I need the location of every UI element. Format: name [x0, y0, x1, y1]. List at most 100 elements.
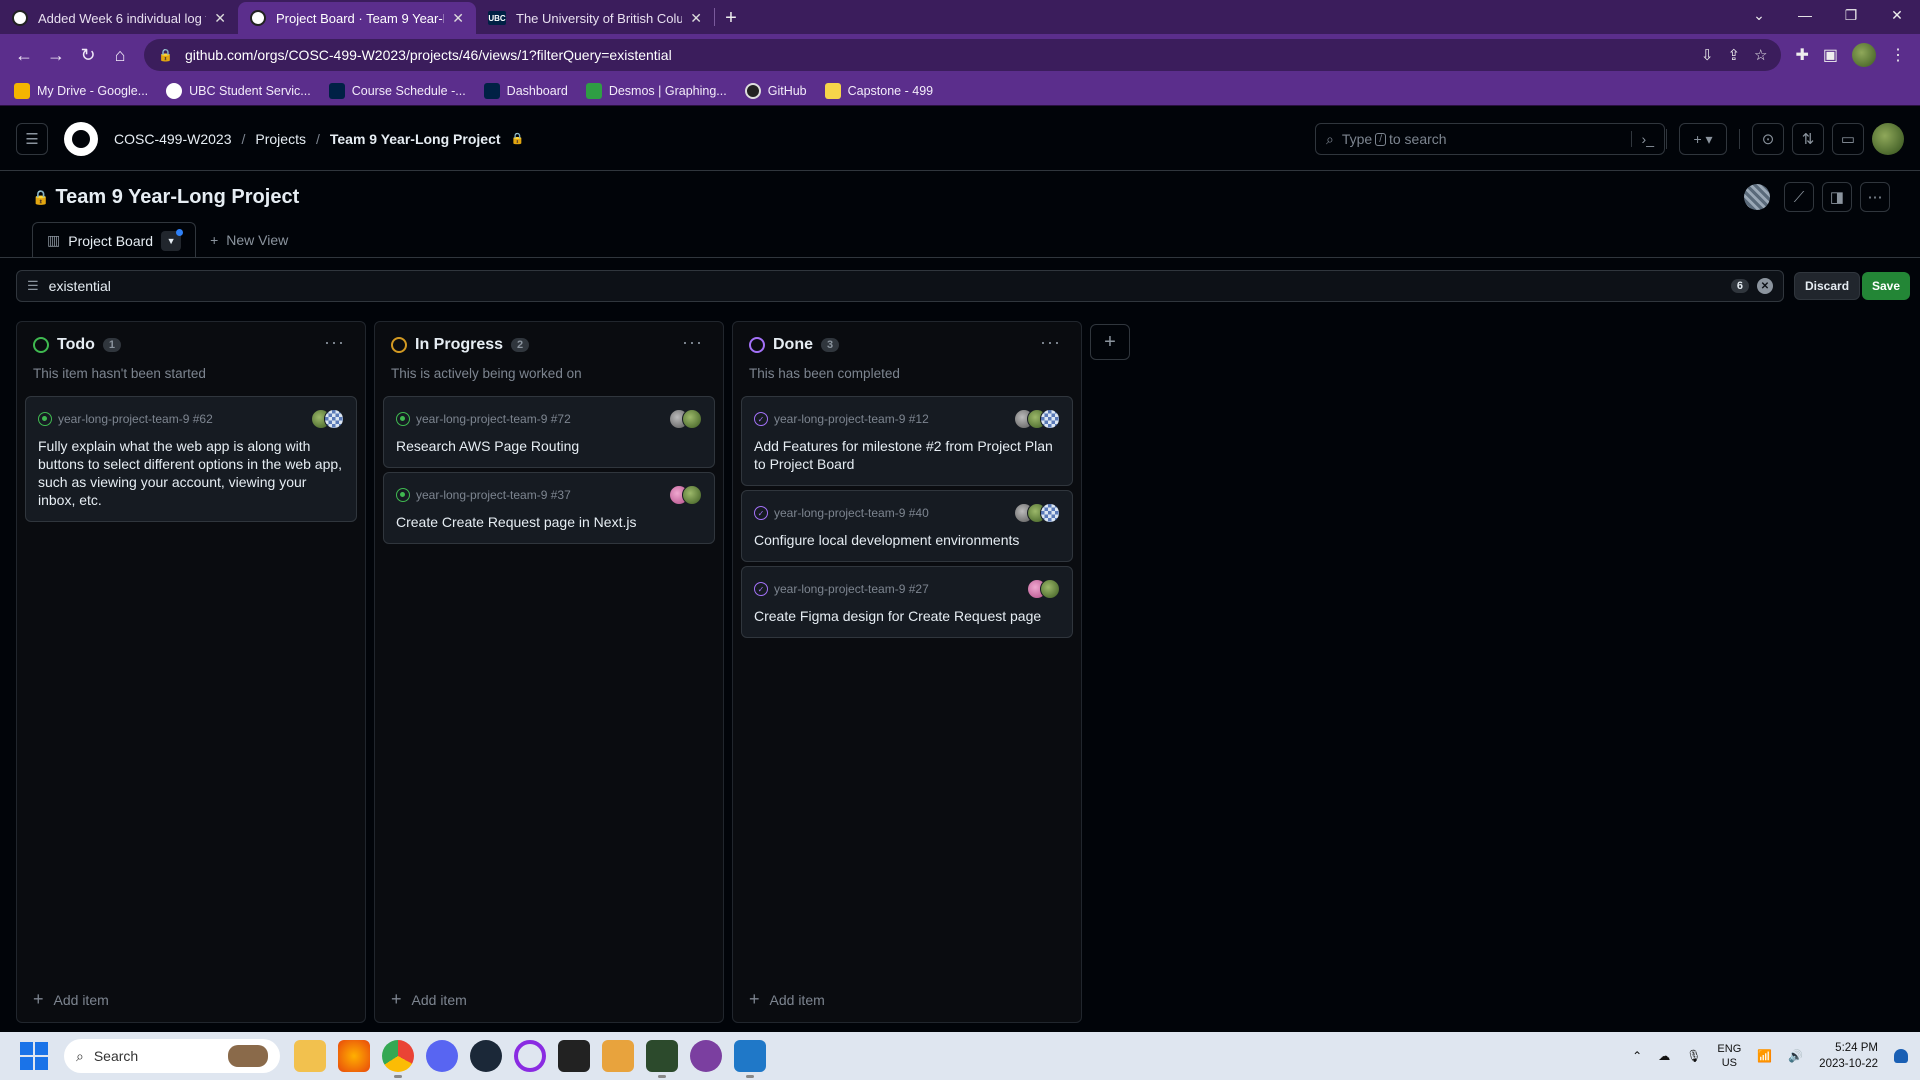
new-tab-button[interactable]: +: [715, 2, 747, 34]
notification-icon[interactable]: [1894, 1049, 1908, 1063]
browser-menu-icon[interactable]: ⋮: [1890, 45, 1906, 65]
onedrive-icon[interactable]: ☁: [1658, 1049, 1670, 1063]
bookmark-ubc-student-services[interactable]: UBC Student Servic...: [166, 82, 311, 99]
bookmark-course-schedule[interactable]: Course Schedule -...: [328, 82, 466, 99]
issue-card[interactable]: ✓ year-long-project-team-9 #27 Create Fi…: [741, 566, 1073, 638]
issue-card[interactable]: year-long-project-team-9 #37 Create Crea…: [383, 472, 715, 544]
close-tab-icon[interactable]: ✕: [214, 10, 226, 27]
chrome-icon[interactable]: [382, 1040, 414, 1078]
assignee-avatar[interactable]: [682, 485, 702, 505]
breadcrumb-projects[interactable]: Projects: [255, 131, 306, 147]
firefox-icon[interactable]: [338, 1040, 370, 1072]
steam-icon[interactable]: [470, 1040, 502, 1072]
assignee-avatar[interactable]: [1040, 579, 1060, 599]
file-explorer-icon[interactable]: [294, 1040, 326, 1072]
column-menu-icon[interactable]: ···: [1040, 332, 1061, 353]
issue-reference[interactable]: year-long-project-team-9 #72: [416, 412, 571, 426]
browser-tab-2[interactable]: Project Board · Team 9 Year-Long ✕: [238, 2, 476, 34]
epic-games-icon[interactable]: [558, 1040, 590, 1072]
issue-title[interactable]: Fully explain what the web app is along …: [38, 437, 344, 509]
more-options-icon[interactable]: ⋯: [1860, 182, 1890, 212]
new-view-button[interactable]: + New View: [196, 222, 302, 258]
show-hidden-icons-icon[interactable]: ⌃: [1632, 1049, 1642, 1063]
share-icon[interactable]: ⇪: [1727, 46, 1740, 64]
side-panel-icon[interactable]: ◨: [1822, 182, 1852, 212]
bookmark-capstone[interactable]: Capstone - 499: [824, 82, 933, 99]
restore-icon[interactable]: ❐: [1828, 0, 1874, 30]
github-logo-icon[interactable]: [64, 121, 98, 156]
vscode-icon[interactable]: [734, 1040, 766, 1078]
minimize-icon[interactable]: —: [1782, 0, 1828, 30]
issue-title[interactable]: Create Create Request page in Next.js: [396, 513, 702, 531]
view-options-chevron-icon[interactable]: ▼: [161, 228, 184, 251]
install-app-icon[interactable]: ⇩: [1701, 46, 1714, 64]
discord-icon[interactable]: [426, 1040, 458, 1072]
collaborator-avatar[interactable]: [1744, 184, 1770, 210]
issue-reference[interactable]: year-long-project-team-9 #27: [774, 582, 929, 596]
add-item-button[interactable]: + Add item: [749, 989, 825, 1010]
tab-project-board[interactable]: ▥ Project Board ▼: [32, 222, 197, 258]
issue-title[interactable]: Research AWS Page Routing: [396, 437, 702, 455]
windows-start-icon[interactable]: [20, 1042, 48, 1070]
bookmark-dashboard[interactable]: Dashboard: [483, 82, 568, 99]
issue-card[interactable]: year-long-project-team-9 #62 Fully expla…: [25, 396, 357, 522]
extensions-icon[interactable]: ✚: [1795, 45, 1808, 65]
volume-icon[interactable]: 🔊: [1788, 1049, 1803, 1063]
reload-icon[interactable]: ↻: [72, 39, 104, 71]
issue-title[interactable]: Create Figma design for Create Request p…: [754, 607, 1060, 625]
issue-card[interactable]: ✓ year-long-project-team-9 #12 Add Featu…: [741, 396, 1073, 486]
close-tab-icon[interactable]: ✕: [690, 10, 702, 27]
assignee-avatar[interactable]: [682, 409, 702, 429]
user-avatar[interactable]: [1872, 123, 1904, 155]
back-icon[interactable]: ←: [8, 39, 40, 71]
assignee-avatar[interactable]: [1040, 503, 1060, 523]
issue-card[interactable]: year-long-project-team-9 #72 Research AW…: [383, 396, 715, 468]
hamburger-menu-icon[interactable]: ☰: [16, 122, 48, 155]
add-column-button[interactable]: +: [1090, 324, 1130, 360]
wifi-icon[interactable]: 📶: [1757, 1049, 1772, 1063]
forward-icon[interactable]: →: [40, 39, 72, 71]
breadcrumb-org[interactable]: COSC-499-W2023: [114, 131, 232, 147]
microphone-icon[interactable]: 🎙: [1686, 1049, 1701, 1063]
assignee-avatar[interactable]: [324, 409, 344, 429]
github-desktop-icon[interactable]: [690, 1040, 722, 1072]
column-menu-icon[interactable]: ···: [324, 332, 345, 353]
bookmark-my-drive[interactable]: My Drive - Google...: [14, 82, 148, 99]
breadcrumb-project[interactable]: Team 9 Year-Long Project: [330, 131, 501, 147]
browser-tab-1[interactable]: Added Week 6 individual log for ✕: [0, 2, 238, 34]
column-menu-icon[interactable]: ···: [682, 332, 703, 353]
issue-reference[interactable]: year-long-project-team-9 #40: [774, 506, 929, 520]
add-item-button[interactable]: + Add item: [33, 989, 109, 1010]
bookmark-star-icon[interactable]: ☆: [1754, 46, 1767, 64]
bookmark-github[interactable]: GitHub: [744, 82, 807, 99]
home-icon[interactable]: ⌂: [104, 39, 136, 71]
close-tab-icon[interactable]: ✕: [452, 10, 464, 27]
browser-tab-3[interactable]: UBC The University of British Columb ✕: [476, 2, 714, 34]
language-indicator[interactable]: ENG US: [1717, 1042, 1741, 1070]
command-palette-icon[interactable]: ›_: [1630, 131, 1654, 147]
assignee-avatar[interactable]: [1040, 409, 1060, 429]
issue-title[interactable]: Configure local development environments: [754, 531, 1060, 549]
profile-avatar[interactable]: [1852, 43, 1876, 67]
issues-icon[interactable]: ⊙: [1752, 123, 1784, 155]
tab-search-icon[interactable]: ⌄: [1736, 0, 1782, 30]
issue-reference[interactable]: year-long-project-team-9 #37: [416, 488, 571, 502]
issue-title[interactable]: Add Features for milestone #2 from Proje…: [754, 437, 1060, 473]
cortana-icon[interactable]: [514, 1040, 546, 1072]
insights-icon[interactable]: ⟋: [1784, 182, 1814, 212]
bookmark-desmos[interactable]: Desmos | Graphing...: [585, 82, 727, 99]
create-new-button[interactable]: + ▾: [1679, 123, 1727, 155]
close-window-icon[interactable]: ✕: [1874, 0, 1920, 30]
side-panel-icon[interactable]: ▣: [1823, 45, 1838, 65]
taskbar-search[interactable]: ⌕ Search: [64, 1039, 280, 1073]
filter-input[interactable]: ☰ existential 6 ✕: [16, 270, 1784, 302]
issue-card[interactable]: ✓ year-long-project-team-9 #40 Configure…: [741, 490, 1073, 562]
clock[interactable]: 5:24 PM 2023-10-22: [1819, 1040, 1878, 1072]
issue-reference[interactable]: year-long-project-team-9 #12: [774, 412, 929, 426]
address-bar[interactable]: 🔒 github.com/orgs/COSC-499-W2023/project…: [144, 39, 1782, 71]
app-icon[interactable]: [602, 1040, 634, 1072]
pull-requests-icon[interactable]: ⇅: [1792, 123, 1824, 155]
save-button[interactable]: Save: [1862, 272, 1911, 300]
game-icon[interactable]: [646, 1040, 678, 1078]
inbox-icon[interactable]: ▭: [1832, 123, 1864, 155]
